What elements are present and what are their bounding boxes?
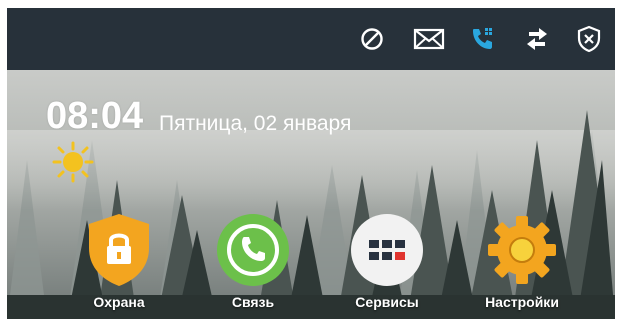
clock-time: 08:04 (46, 95, 144, 137)
app-services[interactable]: Сервисы (342, 212, 432, 310)
shield-disarmed-icon[interactable] (575, 25, 603, 53)
transfer-arrows-icon[interactable] (523, 25, 551, 53)
app-communication-label: Связь (231, 294, 275, 310)
security-lock-icon (81, 212, 157, 288)
sun-icon (51, 140, 95, 184)
status-bar (7, 8, 615, 70)
phone-icon (215, 212, 291, 288)
do-not-disturb-icon[interactable] (358, 25, 386, 53)
date-label: Пятница, 02 января (159, 112, 352, 135)
app-services-label: Сервисы (355, 294, 419, 310)
intercom-screen: 08:04 Пятница, 02 января Охрана Связь Се… (7, 8, 615, 319)
app-security[interactable]: Охрана (74, 212, 164, 310)
settings-gear-icon (484, 212, 560, 288)
mail-icon[interactable] (411, 25, 447, 53)
app-settings-label: Настройки (485, 294, 559, 310)
app-communication[interactable]: Связь (208, 212, 298, 310)
call-forward-icon[interactable] (469, 25, 497, 53)
services-grid-icon (349, 212, 425, 288)
app-security-label: Охрана (93, 294, 145, 310)
app-settings[interactable]: Настройки (477, 212, 567, 310)
